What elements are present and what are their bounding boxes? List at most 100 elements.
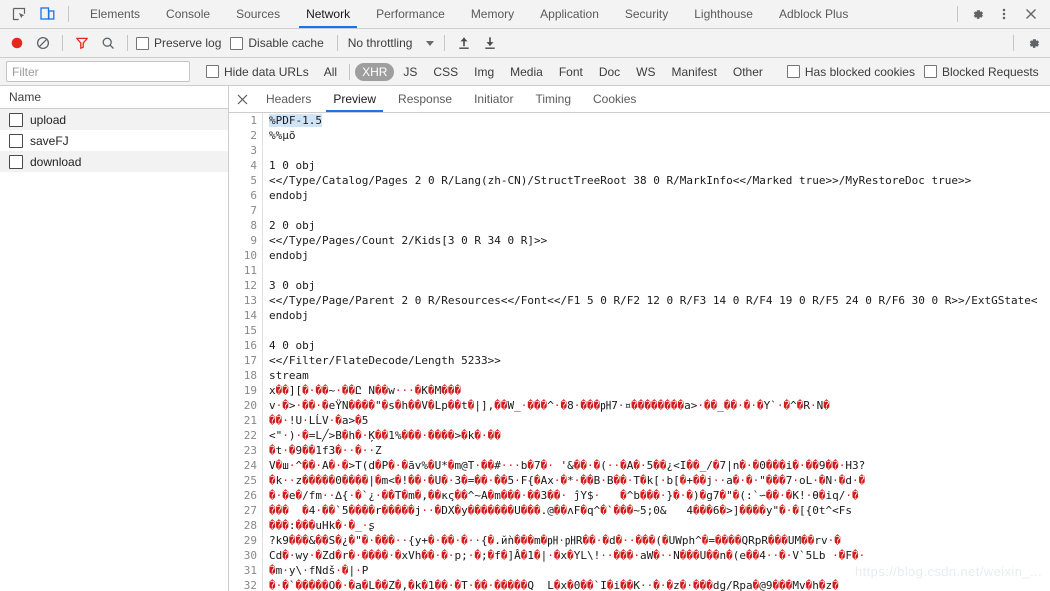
- inspect-element-icon[interactable]: [6, 2, 32, 26]
- blocked-requests-checkbox[interactable]: Blocked Requests: [923, 64, 1039, 79]
- preserve-log-checkbox[interactable]: Preserve log: [136, 36, 221, 50]
- code-line[interactable]: <</Type/Pages/Count 2/Kids[3 0 R 34 0 R]…: [269, 233, 1050, 248]
- disable-cache-checkbox[interactable]: Disable cache: [230, 36, 324, 50]
- chevron-down-icon: [426, 40, 435, 46]
- code-line[interactable]: 3 0 obj: [269, 278, 1050, 293]
- detail-tab-headers[interactable]: Headers: [255, 86, 322, 112]
- code-line[interactable]: �t·�9��1f3�··�··Z: [269, 443, 1050, 458]
- filter-type-img[interactable]: Img: [467, 63, 501, 81]
- filter-input[interactable]: [6, 61, 190, 82]
- filter-type-manifest[interactable]: Manifest: [665, 63, 724, 81]
- filter-type-doc[interactable]: Doc: [592, 63, 627, 81]
- detail-tab-timing[interactable]: Timing: [524, 86, 582, 112]
- has-blocked-cookies-box[interactable]: [786, 65, 800, 78]
- request-row-download[interactable]: download: [0, 151, 228, 172]
- code-line[interactable]: stream: [269, 368, 1050, 383]
- filter-type-media[interactable]: Media: [503, 63, 550, 81]
- export-har-icon[interactable]: [477, 32, 503, 54]
- throttling-dropdown[interactable]: No throttling: [344, 36, 439, 50]
- filter-type-js[interactable]: JS: [396, 63, 424, 81]
- code-line[interactable]: <</Filter/FlateDecode/Length 5233>>: [269, 353, 1050, 368]
- device-toolbar-icon[interactable]: [34, 2, 60, 26]
- filter-type-ws[interactable]: WS: [629, 63, 662, 81]
- toolbar-divider-4: [444, 35, 446, 51]
- tab-memory[interactable]: Memory: [458, 0, 527, 28]
- has-blocked-cookies-checkbox[interactable]: Has blocked cookies: [786, 65, 915, 79]
- code-line[interactable]: �k··z�����0����|�m<�!��·�U�·3�=��·��5·F{…: [269, 473, 1050, 488]
- code-line[interactable]: endobj: [269, 188, 1050, 203]
- code-line[interactable]: ��� �4·��`5����r�����j··�DX�y�������U���…: [269, 503, 1050, 518]
- tab-label: Sources: [236, 7, 281, 21]
- tab-label: Security: [624, 7, 669, 21]
- code-line[interactable]: �·�e�/fm··∆{·�`¿·��T�m�,��κς��^~A�m���·�…: [269, 488, 1050, 503]
- filter-type-xhr[interactable]: XHR: [355, 62, 395, 81]
- request-row-savefj[interactable]: saveFJ: [0, 130, 228, 151]
- code-line[interactable]: Cd�·wy·�Zd�r�·����·�xVh��·�·p;·�;�f�]Â�1…: [269, 548, 1050, 563]
- code-line[interactable]: <</Type/Catalog/Pages 2 0 R/Lang(zh-CN)/…: [269, 173, 1050, 188]
- detail-tab-cookies[interactable]: Cookies: [582, 86, 647, 112]
- filter-funnel-icon[interactable]: [69, 32, 95, 54]
- clear-button[interactable]: [30, 32, 56, 54]
- code-line[interactable]: %PDF-1.5: [269, 113, 1050, 128]
- code-line[interactable]: ���:���uHk�·�_·ʂ: [269, 518, 1050, 533]
- tab-network[interactable]: Network: [293, 0, 363, 28]
- request-row-upload[interactable]: upload: [0, 109, 228, 130]
- record-button[interactable]: [4, 32, 30, 54]
- search-icon[interactable]: [95, 32, 121, 54]
- request-rows: upload saveFJ download: [0, 109, 228, 591]
- tab-sources[interactable]: Sources: [223, 0, 293, 28]
- filter-type-font[interactable]: Font: [552, 63, 590, 81]
- hide-data-urls-box[interactable]: [206, 65, 219, 78]
- code-line[interactable]: [269, 263, 1050, 278]
- network-settings-gear-icon[interactable]: [1020, 32, 1046, 54]
- line-number: 23: [243, 444, 257, 457]
- code-line[interactable]: [269, 143, 1050, 158]
- code-line[interactable]: v·�>·��·�eŸN����"�s�h��V�Lp��t�|],��W_·�…: [269, 398, 1050, 413]
- tab-application[interactable]: Application: [527, 0, 612, 28]
- code-line[interactable]: x��][�·��~·��Ը N��w···�K�M���: [269, 383, 1050, 398]
- detail-tab-preview[interactable]: Preview: [322, 86, 387, 112]
- tab-performance[interactable]: Performance: [363, 0, 458, 28]
- hide-data-urls-checkbox[interactable]: Hide data URLs: [206, 65, 309, 79]
- filter-type-css[interactable]: CSS: [426, 63, 465, 81]
- code-line[interactable]: ��·!U·LĹV·�a>�5: [269, 413, 1050, 428]
- filter-type-all[interactable]: All: [317, 63, 344, 81]
- code-line[interactable]: endobj: [269, 308, 1050, 323]
- code-line[interactable]: 2 0 obj: [269, 218, 1050, 233]
- tab-adblock-plus[interactable]: Adblock Plus: [766, 0, 861, 28]
- filter-type-label: Doc: [598, 64, 621, 79]
- close-icon[interactable]: [1018, 2, 1044, 26]
- code-line[interactable]: <</Type/Page/Parent 2 0 R/Resources<</Fo…: [269, 293, 1050, 308]
- request-detail-tabs: Headers Preview Response Initiator Timin…: [229, 86, 1050, 113]
- tab-elements[interactable]: Elements: [77, 0, 153, 28]
- request-list-header[interactable]: Name: [0, 86, 228, 109]
- code-line[interactable]: 1 0 obj: [269, 158, 1050, 173]
- close-detail-icon[interactable]: [229, 86, 255, 112]
- detail-tab-response[interactable]: Response: [387, 86, 463, 112]
- code-line[interactable]: %%µõ: [269, 128, 1050, 143]
- code-line[interactable]: [269, 203, 1050, 218]
- blocked-requests-box[interactable]: [923, 65, 937, 78]
- more-options-icon[interactable]: [991, 2, 1017, 26]
- detail-tab-initiator[interactable]: Initiator: [463, 86, 524, 112]
- blocked-requests-label: Blocked Requests: [941, 64, 1039, 79]
- code-line[interactable]: V�ш·^��·A�·�>T(d�P�·�āv%�U*�m@T·��#···b�…: [269, 458, 1050, 473]
- code-line[interactable]: ?k9���&��S�¿�"�·���··{y+�·��·�··{�.йǹ���…: [269, 533, 1050, 548]
- request-detail-panel: Headers Preview Response Initiator Timin…: [229, 86, 1050, 591]
- code-line[interactable]: �m·y\·fNdš·�|·P: [269, 563, 1050, 578]
- filter-type-other[interactable]: Other: [726, 63, 770, 81]
- disable-cache-box[interactable]: [230, 36, 244, 50]
- tab-lighthouse[interactable]: Lighthouse: [681, 0, 766, 28]
- code-line[interactable]: endobj: [269, 248, 1050, 263]
- code-line[interactable]: 4 0 obj: [269, 338, 1050, 353]
- preview-content-area[interactable]: 1 2 3 4 5 6 7 8 9 10 11 12 13 14 15 16 17 18 19 20 21 22 23 24 2…: [229, 113, 1050, 591]
- code-line[interactable]: <"·)·�=L╱>B�h�·Ķ��1%���·����>�k�·��: [269, 428, 1050, 443]
- code-line[interactable]: [269, 323, 1050, 338]
- code-lines[interactable]: %PDF-1.5 %%µõ 1 0 obj <</Type/Catalog/Page…: [263, 113, 1050, 591]
- preserve-log-box[interactable]: [136, 36, 149, 50]
- import-har-icon[interactable]: [451, 32, 477, 54]
- tab-security[interactable]: Security: [612, 0, 681, 28]
- code-line[interactable]: �·�`�����O�·�a�L��Z�,�k�1��·�T·��·�����Q…: [269, 578, 1050, 591]
- tab-console[interactable]: Console: [153, 0, 223, 28]
- settings-gear-icon[interactable]: [964, 2, 990, 26]
